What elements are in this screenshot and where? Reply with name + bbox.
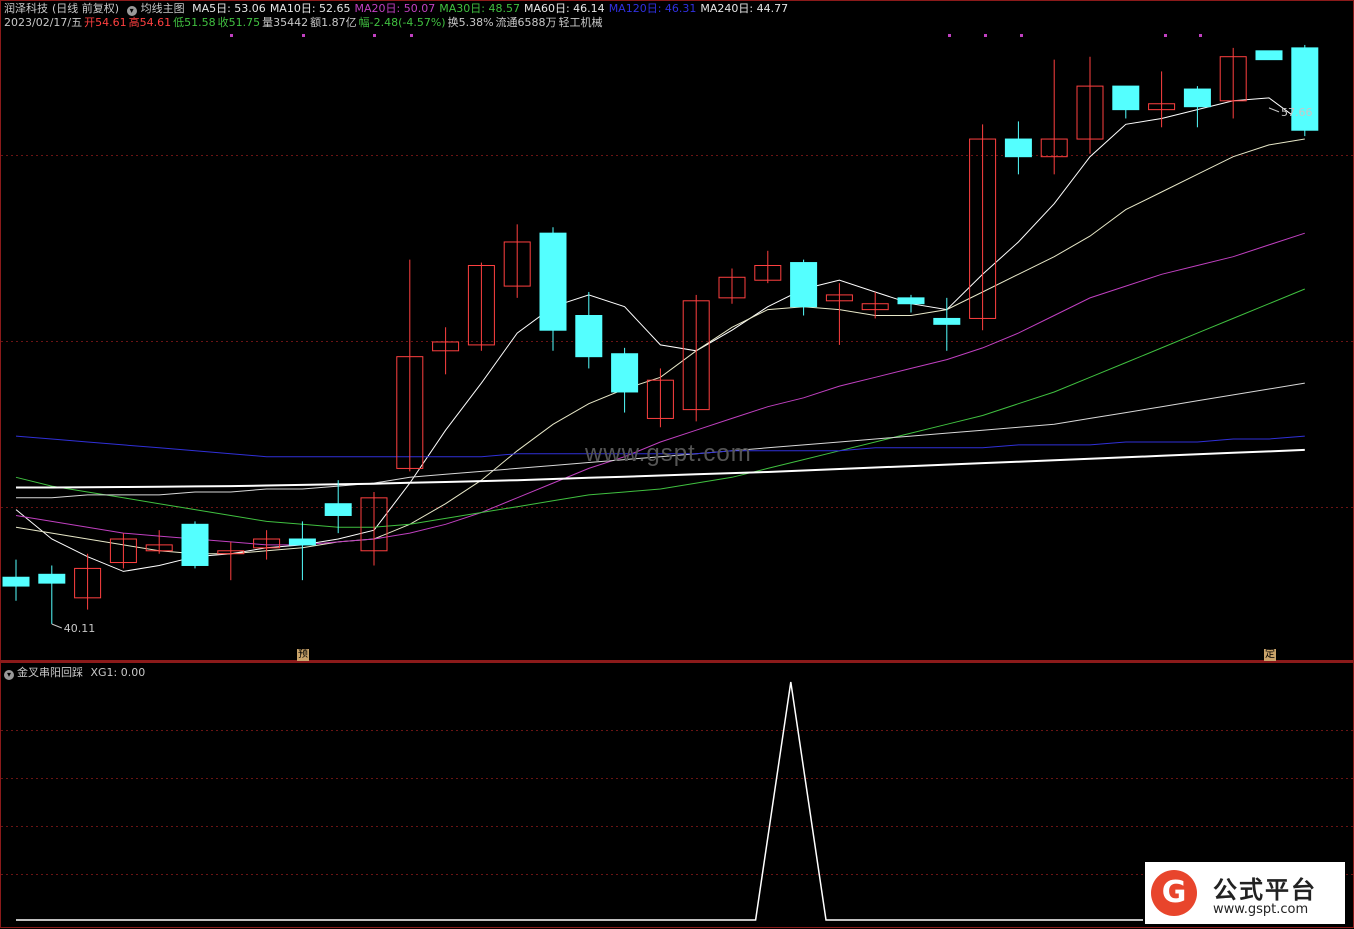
candle-body [1112,85,1140,111]
annotation-pointer [51,623,62,629]
candle-body [575,315,603,358]
logo-g-icon: G [1151,870,1197,916]
annotation-pointer [1268,107,1280,113]
signal-dot [302,34,305,37]
candle-body [539,232,567,331]
candle-body [933,317,961,325]
fixed-marker: 定 [1264,649,1276,661]
xg1-line [16,681,1143,921]
indicator-settings-icon[interactable]: ▾ [4,670,14,680]
signal-dot [230,34,233,37]
price-annotation: 57.66 [1281,106,1313,119]
ma-line-ma5 [15,97,1306,572]
candle-body [288,538,316,546]
price-annotation: 40.11 [64,622,96,635]
candle-body [1004,138,1032,158]
candle-body [181,523,209,566]
candle-body [38,573,66,584]
indicator-header: ▾ 金叉串阳回踩 XG1: 0.00 [4,664,145,680]
signal-dot [373,34,376,37]
candle-body [1183,88,1211,108]
candle-body [2,576,30,587]
indicator-value: XG1: 0.00 [90,666,146,679]
signal-dot [984,34,987,37]
gspt-logo: G 公式平台 www.gspt.com [1145,862,1345,924]
logo-title: 公式平台 [1213,876,1317,904]
signal-dot [1020,34,1023,37]
indicator-name[interactable]: 金叉串阳回踩 [17,666,83,679]
candle-body [897,297,925,305]
signal-dot [1199,34,1202,37]
candle-body [790,262,818,308]
logo-url: www.gspt.com [1213,902,1309,917]
watermark-text: www.gspt.com [585,440,752,467]
pre-marker: 预 [297,649,309,661]
candle-body [324,503,352,516]
signal-dot [410,34,413,37]
candle-body [611,353,639,393]
signal-dot [1164,34,1167,37]
candle-body [1255,50,1283,61]
ma-line-ma10 [15,138,1305,555]
signal-dot [948,34,951,37]
